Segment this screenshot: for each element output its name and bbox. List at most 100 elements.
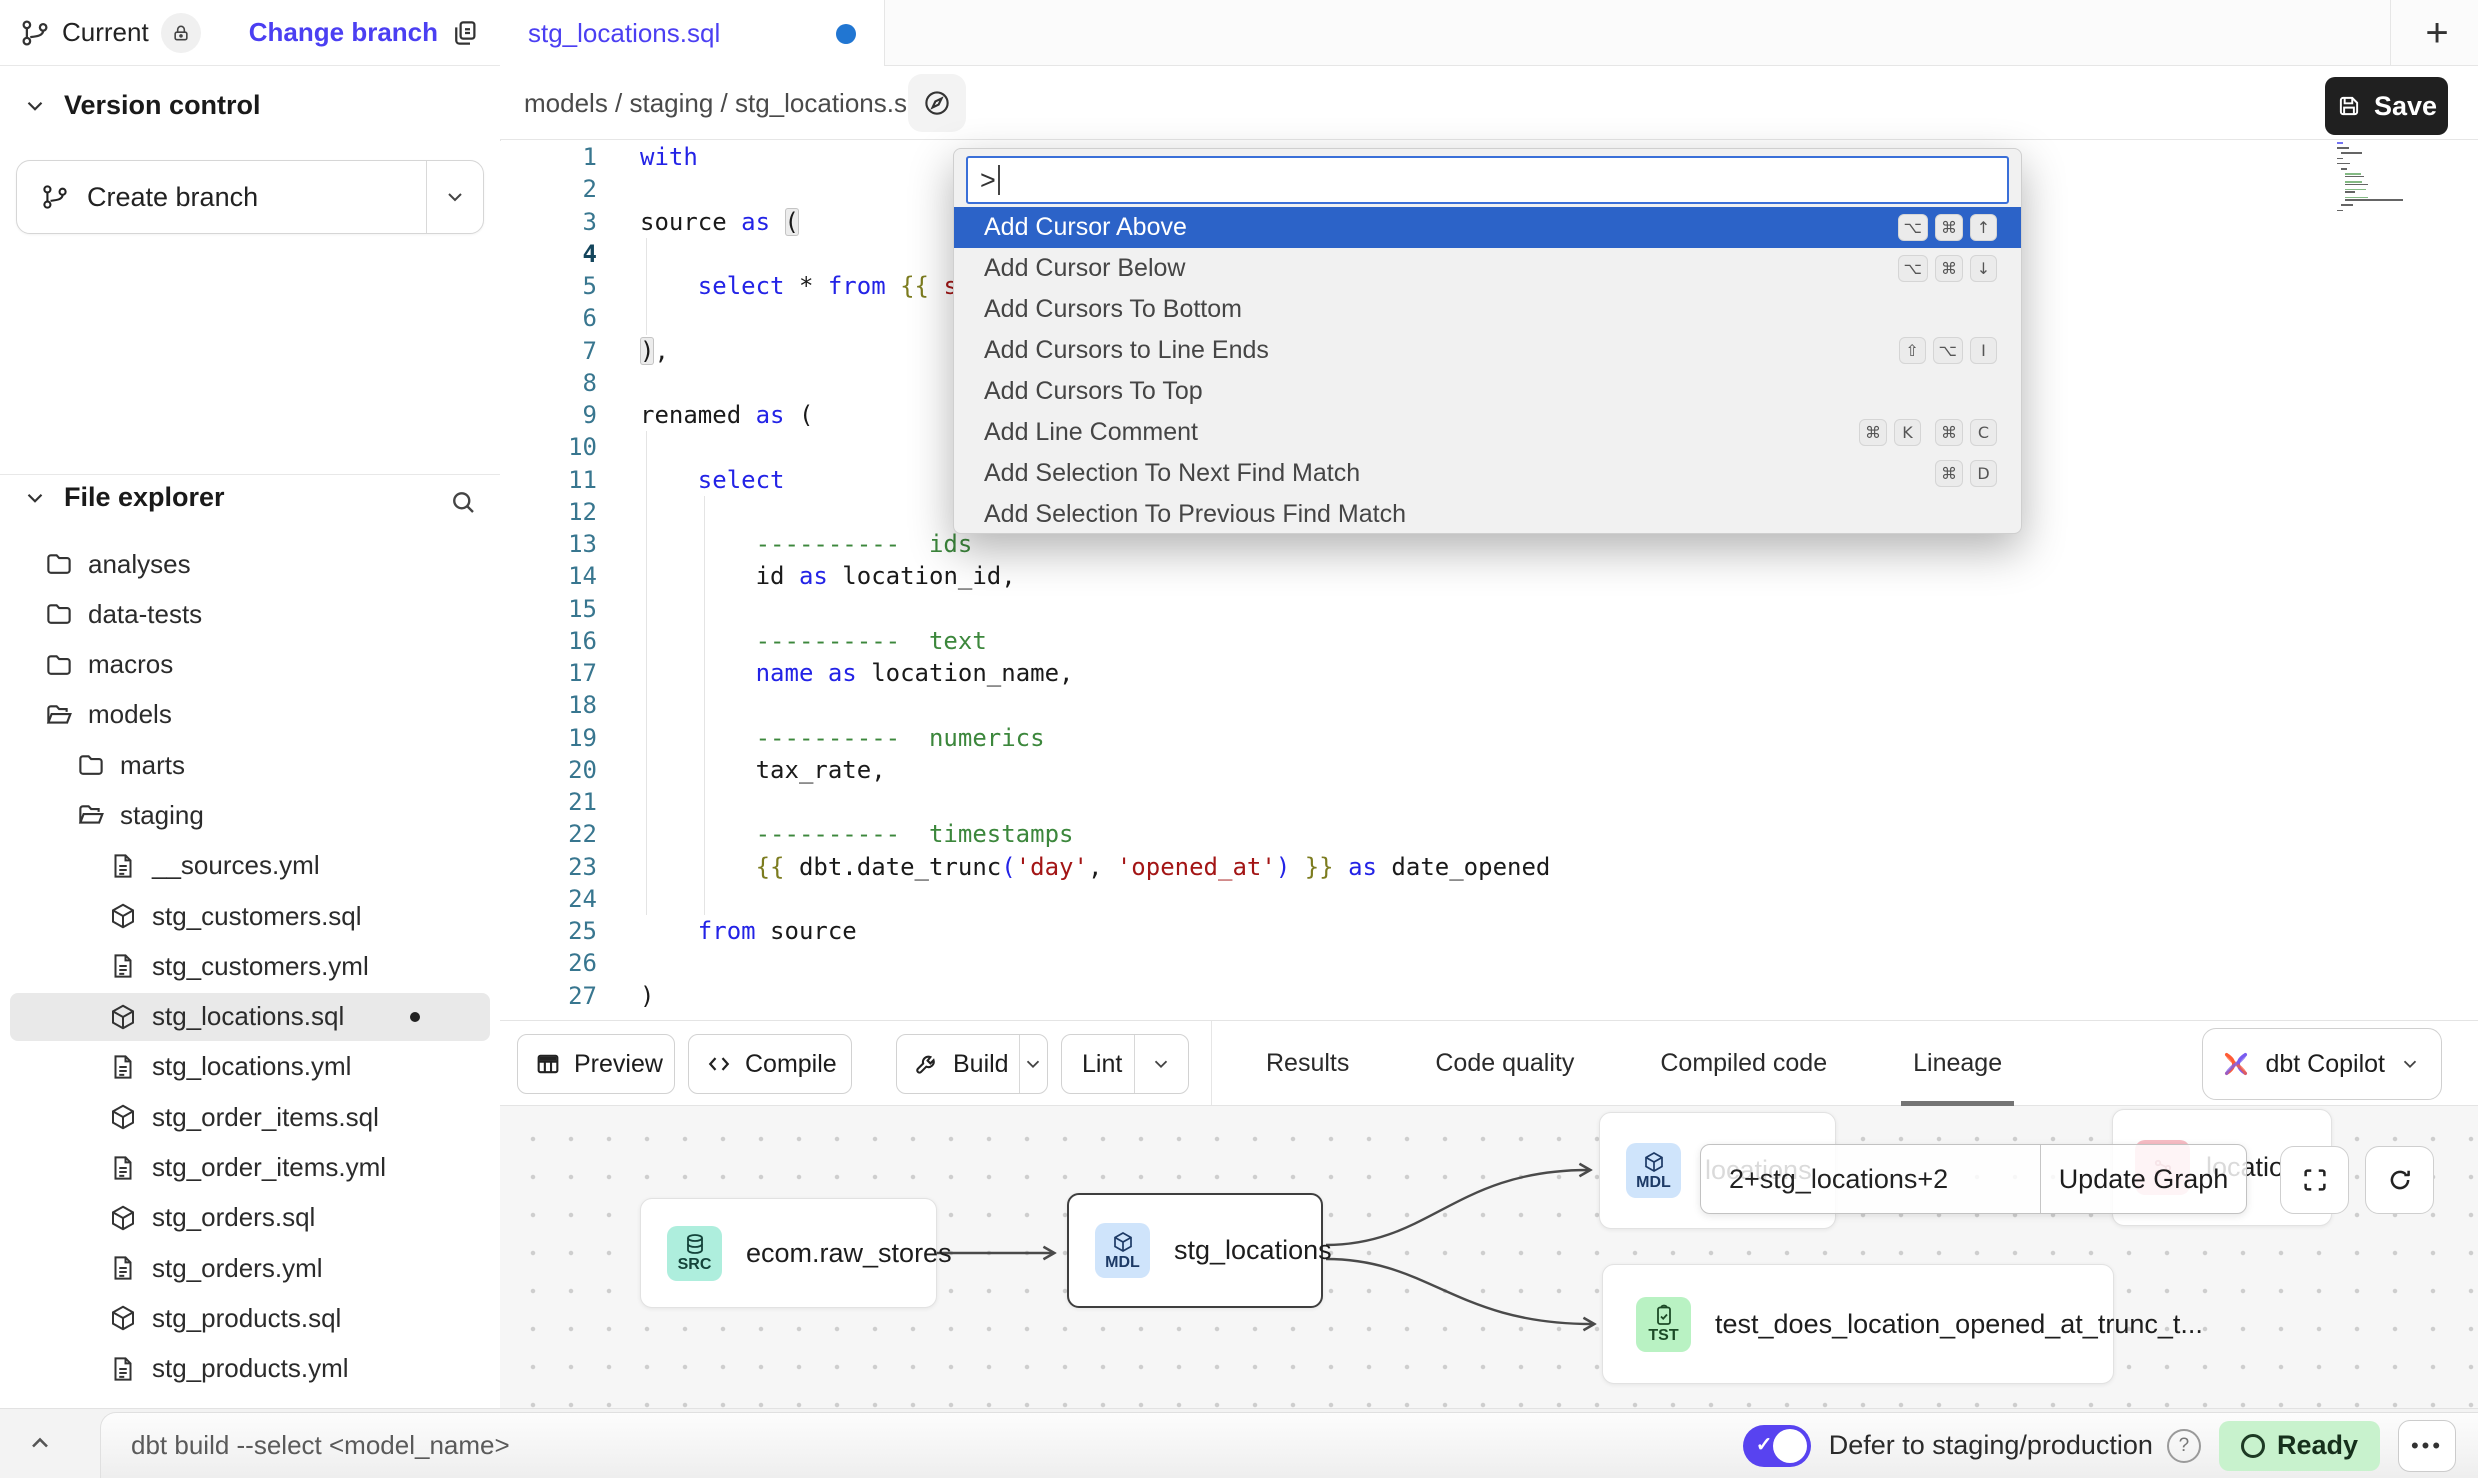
docs-compass-button[interactable] [908,74,966,132]
code-line[interactable]: 20 tax_rate, [500,754,2478,786]
tree-item[interactable]: stg_order_items.sql [10,1093,490,1141]
tree-item[interactable]: analyses [10,540,490,588]
line-number: 17 [500,657,597,689]
keycap: ⌘ [1935,460,1963,487]
change-branch-link[interactable]: Change branch [249,17,438,48]
code-line[interactable]: 19 ---------- numerics [500,722,2478,754]
refresh-button[interactable] [2365,1146,2434,1214]
more-options-button[interactable]: ••• [2398,1420,2456,1472]
code-line[interactable]: 14 id as location_id, [500,560,2478,592]
code-line[interactable]: 27) [500,980,2478,1012]
node-label: stg_locations [1174,1235,1332,1266]
folder-icon [76,800,106,830]
chevron-down-icon [22,93,48,119]
create-branch-button[interactable]: Create branch [16,160,484,234]
palette-item-label: Add Line Comment [984,418,1198,447]
update-graph-button[interactable]: Update Graph [2041,1164,2246,1195]
fullscreen-button[interactable] [2280,1146,2349,1214]
code-line[interactable]: 22 ---------- timestamps [500,818,2478,850]
lineage-node-test[interactable]: TST test_does_location_opened_at_trunc_t… [1602,1264,2114,1384]
tree-item-label: stg_customers.yml [152,951,369,982]
code-line[interactable]: 21 [500,786,2478,818]
line-number: 23 [500,851,597,883]
chevron-down-icon [22,485,48,511]
code-line[interactable]: 15 [500,593,2478,625]
file-explorer-header[interactable]: File explorer [22,482,225,513]
palette-item-label: Add Cursor Above [984,213,1187,242]
tab-stg-locations[interactable]: stg_locations.sql [500,0,885,67]
palette-item[interactable]: Add Cursor Below⌥⌘↓ [954,248,2021,289]
tab-results[interactable]: Results [1266,1021,1349,1106]
version-control-header[interactable]: Version control [22,90,261,121]
line-number: 10 [500,431,597,463]
code-text: ---------- ids [640,528,972,560]
tree-item[interactable]: models [10,691,490,739]
tab-compiled-code[interactable]: Compiled code [1660,1021,1827,1106]
tree-item[interactable]: stg_orders.yml [10,1244,490,1292]
code-line[interactable]: 17 name as location_name, [500,657,2478,689]
tree-item[interactable]: staging [10,791,490,839]
palette-item[interactable]: Add Cursors To Top [954,371,2021,412]
tree-item[interactable]: stg_customers.sql [10,892,490,940]
palette-item[interactable]: Add Selection To Next Find Match⌘D [954,453,2021,494]
editor-minimap[interactable] [2337,142,2415,262]
tree-item[interactable]: stg_products.sql [10,1294,490,1342]
copy-icon[interactable] [450,18,480,48]
lint-button[interactable]: Lint [1061,1034,1189,1094]
tree-item[interactable]: stg_products.yml [10,1345,490,1393]
code-line[interactable]: 23 {{ dbt.date_trunc('day', 'opened_at')… [500,851,2478,883]
lineage-node-stg-locations[interactable]: MDL stg_locations [1067,1193,1323,1308]
line-number: 13 [500,528,597,560]
defer-toggle[interactable]: ✓ [1743,1425,1811,1467]
tree-item[interactable]: __sources.yml [10,842,490,890]
new-tab-button[interactable]: + [2412,8,2462,58]
tree-item[interactable]: stg_locations.sql [10,993,490,1041]
tree-item-label: staging [120,800,204,831]
command-palette-input[interactable]: > [966,156,2009,204]
code-text: select [640,464,785,496]
cli-command[interactable]: dbt build --select <model_name> [131,1430,510,1461]
tab-code-quality[interactable]: Code quality [1435,1021,1574,1106]
compile-button[interactable]: Compile [688,1034,852,1094]
tree-item[interactable]: data-tests [10,590,490,638]
preview-button[interactable]: Preview [517,1034,675,1094]
create-branch-dropdown[interactable] [427,161,483,233]
lineage-node-source[interactable]: SRC ecom.raw_stores [640,1198,937,1308]
palette-item[interactable]: Add Line Comment⌘K⌘C [954,412,2021,453]
tree-item[interactable]: macros [10,641,490,689]
help-icon[interactable]: ? [2167,1429,2201,1463]
tree-item[interactable]: marts [10,741,490,789]
palette-item[interactable]: Add Cursors to Line Ends⇧⌥I [954,330,2021,371]
document-icon [108,851,138,881]
code-text: select * from {{ sou [640,270,987,302]
code-line[interactable]: 18 [500,689,2478,721]
tree-item[interactable]: stg_orders.sql [10,1194,490,1242]
code-line[interactable]: 24 [500,883,2478,915]
search-icon[interactable] [448,487,478,517]
palette-item[interactable]: Add Cursor Above⌥⌘↑ [954,207,2021,248]
tree-item-label: stg_products.sql [152,1303,341,1334]
tree-item[interactable]: stg_order_items.yml [10,1144,490,1192]
code-line[interactable]: 26 [500,947,2478,979]
palette-item[interactable]: Add Selection To Previous Find Match [954,494,2021,533]
folder-icon [44,650,74,680]
code-line[interactable]: 25 from source [500,915,2478,947]
code-line[interactable]: 16 ---------- text [500,625,2478,657]
tree-item-label: stg_products.yml [152,1353,349,1384]
collapse-console-button[interactable] [26,1429,54,1457]
build-dropdown[interactable] [1019,1035,1047,1093]
dbt-copilot-button[interactable]: dbt Copilot [2202,1028,2442,1100]
tab-lineage[interactable]: Lineage [1913,1021,2002,1106]
lint-dropdown[interactable] [1135,1035,1187,1093]
save-button[interactable]: Save [2325,77,2448,135]
build-button[interactable]: Build [896,1034,1048,1094]
lineage-canvas[interactable]: SRC ecom.raw_stores MDL stg_locations MD… [500,1106,2478,1408]
code-text: from source [640,915,857,947]
palette-item[interactable]: Add Cursors To Bottom [954,289,2021,330]
line-number: 8 [500,367,597,399]
palette-item-label: Add Cursors To Bottom [984,295,1242,324]
keycap: K [1894,419,1921,446]
lineage-selector-input[interactable]: 2+stg_locations+2 [1701,1164,2040,1195]
tree-item[interactable]: stg_customers.yml [10,942,490,990]
tree-item[interactable]: stg_locations.yml [10,1043,490,1091]
